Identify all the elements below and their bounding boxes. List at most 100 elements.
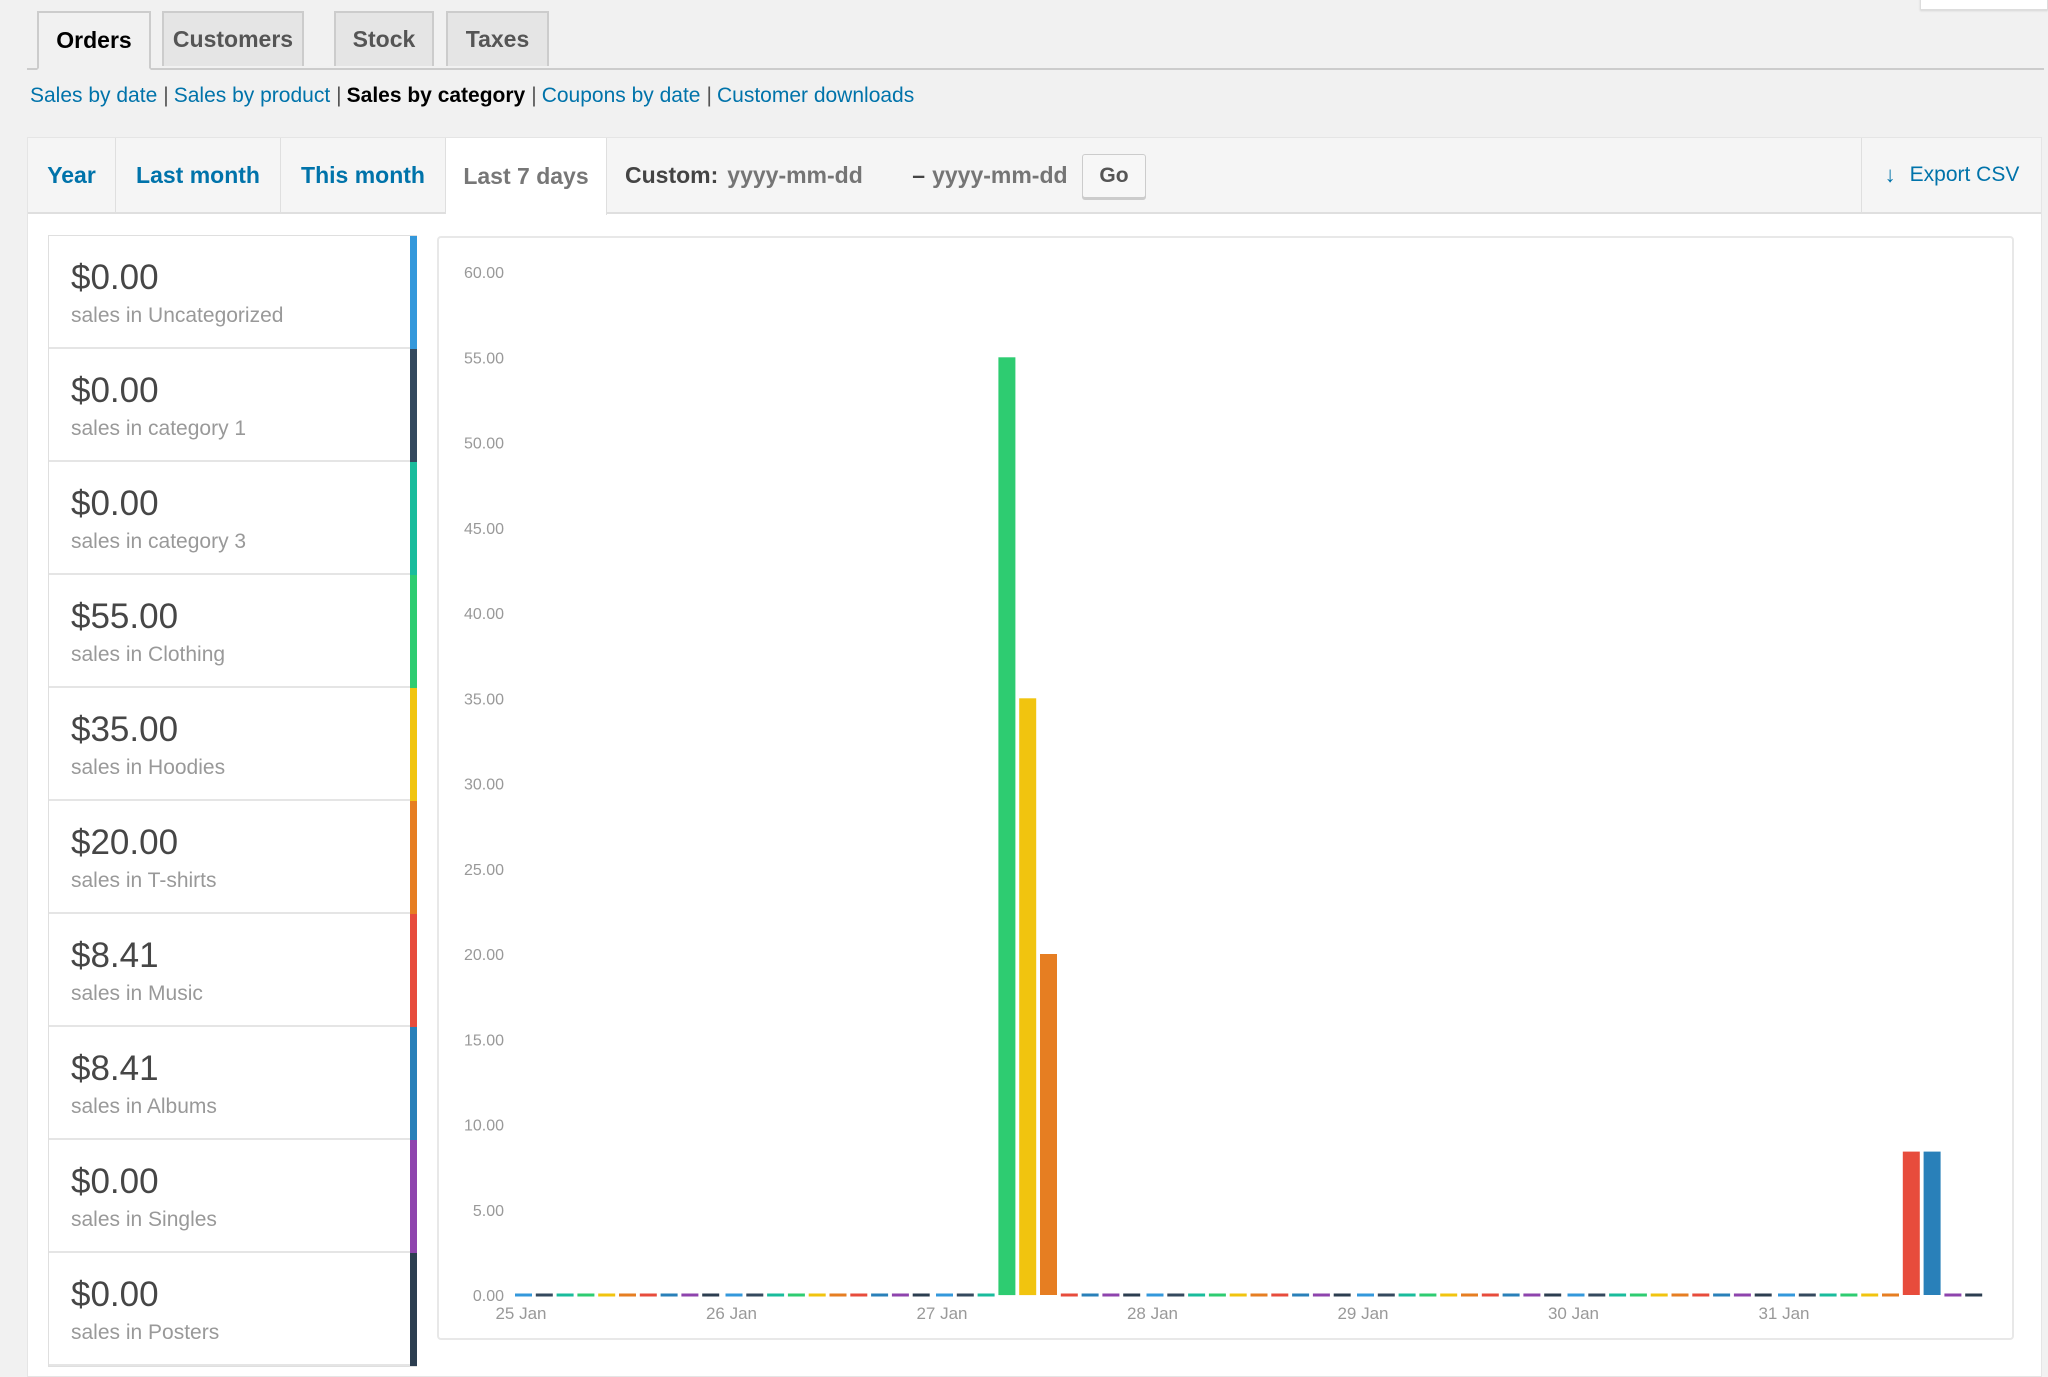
range-last-7-days[interactable]: Last 7 days: [446, 138, 607, 215]
bar-uncategorized-26-jan[interactable]: [725, 1293, 743, 1297]
bar-t-shirts-29-jan[interactable]: [1461, 1293, 1478, 1297]
bar-t-shirts-27-jan[interactable]: [1040, 954, 1057, 1295]
bar-albums-29-jan[interactable]: [1502, 1293, 1520, 1297]
sales-bar-chart: 0.00 5.00 10.00 15.00 20.00 25.00 30.00 35.00 40…: [464, 265, 1983, 1323]
y-tick-label: 5.00: [473, 1203, 504, 1220]
tab-taxes[interactable]: Taxes: [446, 11, 549, 66]
bar-category-1-27-jan[interactable]: [956, 1293, 974, 1297]
bar-music-26-jan[interactable]: [850, 1293, 868, 1297]
screen-options-tab[interactable]: [1920, 0, 2048, 10]
bar-music-27-jan[interactable]: [1060, 1293, 1078, 1297]
bar-category-3-30-jan[interactable]: [1609, 1293, 1627, 1297]
bar-category-1-30-jan[interactable]: [1588, 1293, 1606, 1297]
bar-uncategorized-31-jan[interactable]: [1778, 1293, 1795, 1297]
legend-item[interactable]: $8.41 sales in Music: [49, 914, 417, 1027]
legend-item[interactable]: $20.00 sales in T-shirts: [49, 801, 417, 914]
bar-singles-29-jan[interactable]: [1523, 1293, 1541, 1297]
bar-clothing-25-jan[interactable]: [577, 1293, 595, 1297]
bar-t-shirts-28-jan[interactable]: [1250, 1293, 1268, 1297]
legend-item[interactable]: $35.00 sales in Hoodies: [49, 688, 417, 801]
bar-posters-29-jan[interactable]: [1544, 1293, 1562, 1297]
tab-orders[interactable]: Orders: [37, 11, 151, 70]
bar-category-3-25-jan[interactable]: [556, 1293, 574, 1297]
subnav-customer-downloads[interactable]: Customer downloads: [717, 84, 914, 107]
bar-albums-27-jan[interactable]: [1081, 1293, 1099, 1297]
bar-hoodies-27-jan[interactable]: [1019, 698, 1037, 1296]
bar-uncategorized-29-jan[interactable]: [1357, 1293, 1374, 1297]
bar-albums-25-jan[interactable]: [660, 1293, 678, 1297]
bar-category-3-28-jan[interactable]: [1188, 1293, 1206, 1297]
bar-t-shirts-30-jan[interactable]: [1671, 1293, 1689, 1297]
range-year[interactable]: Year: [28, 138, 116, 212]
bar-singles-28-jan[interactable]: [1312, 1293, 1330, 1297]
legend-amount: $0.00: [71, 371, 159, 410]
bar-category-3-31-jan[interactable]: [1819, 1293, 1837, 1297]
bar-posters-25-jan[interactable]: [702, 1293, 720, 1297]
subnav-sales-by-date[interactable]: Sales by date: [30, 84, 157, 107]
bar-hoodies-29-jan[interactable]: [1440, 1293, 1458, 1297]
bar-hoodies-28-jan[interactable]: [1229, 1293, 1247, 1297]
subnav-coupons-by-date[interactable]: Coupons by date: [542, 84, 701, 107]
go-button[interactable]: Go: [1082, 154, 1146, 198]
bar-posters-27-jan[interactable]: [1123, 1293, 1141, 1297]
bar-hoodies-25-jan[interactable]: [598, 1293, 616, 1297]
bar-clothing-27-jan[interactable]: [998, 357, 1016, 1296]
bar-posters-30-jan[interactable]: [1754, 1293, 1772, 1297]
bar-music-31-jan[interactable]: [1902, 1151, 1920, 1295]
bar-t-shirts-25-jan[interactable]: [619, 1293, 636, 1297]
bar-clothing-26-jan[interactable]: [787, 1293, 805, 1297]
bar-albums-31-jan[interactable]: [1923, 1151, 1941, 1295]
bar-hoodies-30-jan[interactable]: [1650, 1293, 1668, 1297]
tab-stock[interactable]: Stock: [334, 11, 434, 66]
export-csv-button[interactable]: ↓ Export CSV: [1861, 138, 2042, 212]
bar-category-1-25-jan[interactable]: [535, 1293, 553, 1297]
bar-music-30-jan[interactable]: [1692, 1293, 1710, 1297]
legend-item[interactable]: $0.00 sales in category 1: [49, 349, 417, 462]
bar-hoodies-31-jan[interactable]: [1861, 1293, 1879, 1297]
legend-item[interactable]: $8.41 sales in Albums: [49, 1027, 417, 1140]
bar-uncategorized-25-jan[interactable]: [515, 1293, 532, 1297]
bar-category-1-29-jan[interactable]: [1377, 1293, 1395, 1297]
bar-singles-27-jan[interactable]: [1102, 1293, 1120, 1297]
tab-customers[interactable]: Customers: [162, 11, 304, 66]
bar-clothing-31-jan[interactable]: [1840, 1293, 1858, 1297]
range-this-month[interactable]: This month: [281, 138, 446, 212]
bar-albums-28-jan[interactable]: [1292, 1293, 1310, 1297]
bar-music-29-jan[interactable]: [1481, 1293, 1499, 1297]
bar-singles-26-jan[interactable]: [891, 1293, 909, 1297]
bar-posters-26-jan[interactable]: [912, 1293, 930, 1297]
bar-category-1-31-jan[interactable]: [1798, 1293, 1816, 1297]
legend-item[interactable]: $0.00 sales in Uncategorized: [49, 236, 417, 349]
bar-singles-25-jan[interactable]: [681, 1293, 699, 1297]
bar-hoodies-26-jan[interactable]: [808, 1293, 826, 1297]
bar-category-3-29-jan[interactable]: [1398, 1293, 1416, 1297]
bar-singles-31-jan[interactable]: [1944, 1293, 1962, 1297]
bar-category-3-26-jan[interactable]: [767, 1293, 785, 1297]
bar-posters-28-jan[interactable]: [1333, 1293, 1351, 1297]
bar-clothing-29-jan[interactable]: [1419, 1293, 1437, 1297]
legend-item[interactable]: $0.00 sales in category 3: [49, 462, 417, 575]
bar-clothing-28-jan[interactable]: [1208, 1293, 1226, 1297]
legend-item[interactable]: $0.00 sales in Posters: [49, 1253, 417, 1366]
bar-t-shirts-31-jan[interactable]: [1882, 1293, 1899, 1297]
bar-category-1-28-jan[interactable]: [1167, 1293, 1185, 1297]
bar-albums-26-jan[interactable]: [871, 1293, 889, 1297]
bar-music-25-jan[interactable]: [639, 1293, 657, 1297]
legend-item[interactable]: $0.00 sales in Singles: [49, 1140, 417, 1253]
bar-uncategorized-28-jan[interactable]: [1146, 1293, 1164, 1297]
legend-item[interactable]: $55.00 sales in Clothing: [49, 575, 417, 688]
bar-t-shirts-26-jan[interactable]: [829, 1293, 847, 1297]
bar-category-1-26-jan[interactable]: [746, 1293, 764, 1297]
start-date-input[interactable]: [727, 161, 906, 189]
range-last-month[interactable]: Last month: [116, 138, 281, 212]
subnav-sales-by-category: Sales by category: [346, 84, 526, 107]
bar-albums-30-jan[interactable]: [1713, 1293, 1731, 1297]
bar-music-28-jan[interactable]: [1271, 1293, 1289, 1297]
bar-clothing-30-jan[interactable]: [1629, 1293, 1647, 1297]
bar-uncategorized-30-jan[interactable]: [1567, 1293, 1585, 1297]
bar-uncategorized-27-jan[interactable]: [936, 1293, 953, 1297]
subnav-sales-by-product[interactable]: Sales by product: [174, 84, 330, 107]
bar-singles-30-jan[interactable]: [1733, 1293, 1751, 1297]
bar-posters-31-jan[interactable]: [1965, 1293, 1983, 1297]
bar-category-3-27-jan[interactable]: [977, 1293, 995, 1297]
